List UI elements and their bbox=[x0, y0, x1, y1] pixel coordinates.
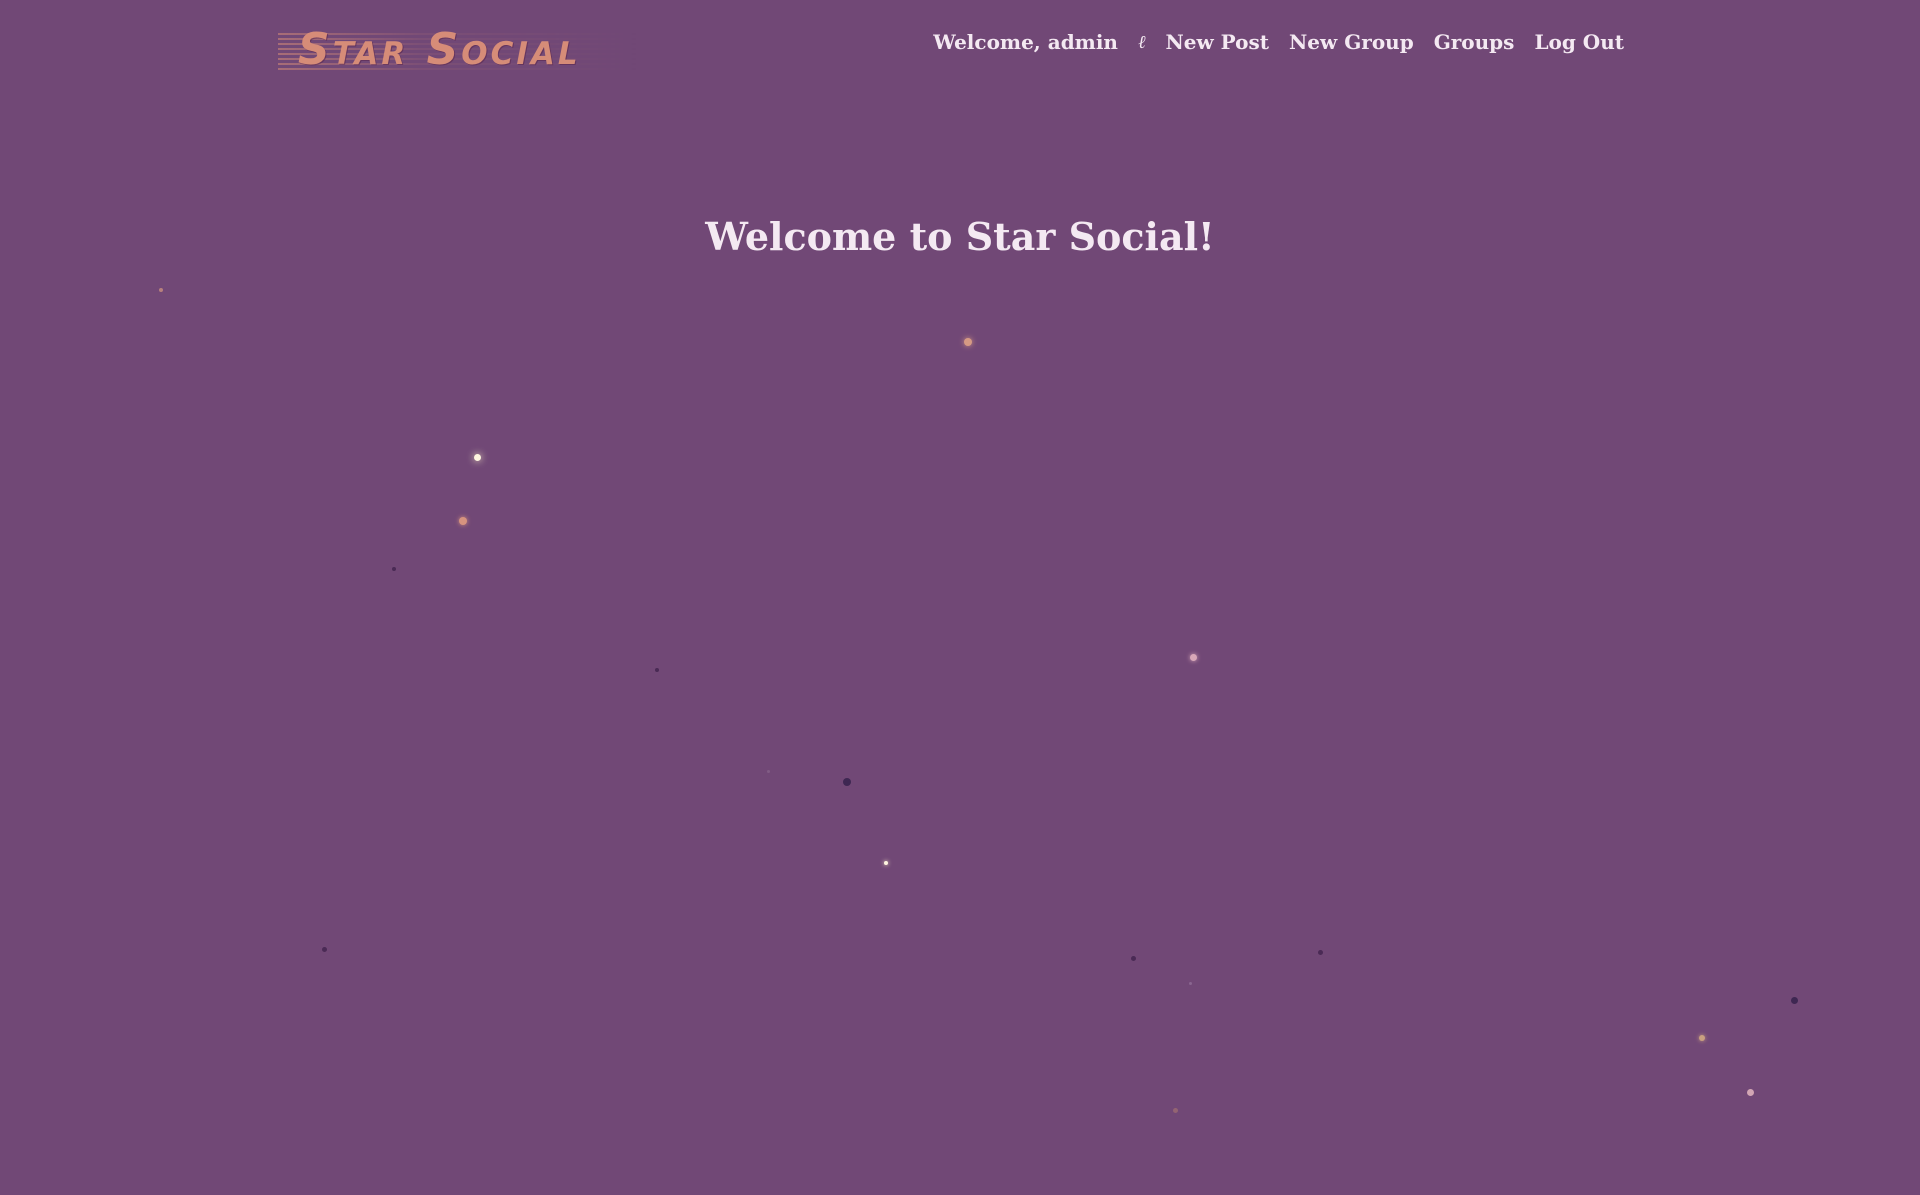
star-dot bbox=[1190, 654, 1197, 661]
star-dot bbox=[843, 778, 851, 786]
star-dot bbox=[655, 668, 659, 672]
star-dot bbox=[322, 947, 327, 952]
nav-links: Welcome, admin ℓ New Post New Group Grou… bbox=[933, 30, 1624, 54]
groups-link[interactable]: Groups bbox=[1434, 30, 1515, 54]
star-dot bbox=[1189, 982, 1192, 985]
new-post-link[interactable]: New Post bbox=[1165, 30, 1269, 54]
star-dot bbox=[1747, 1089, 1754, 1096]
page-title: Welcome to Star Social! bbox=[705, 214, 1215, 259]
star-dot bbox=[159, 288, 163, 292]
star-dot bbox=[392, 567, 396, 571]
star-dot bbox=[459, 517, 467, 525]
new-group-link[interactable]: New Group bbox=[1289, 30, 1414, 54]
star-dot bbox=[884, 861, 888, 865]
brand-logo-link[interactable]: Star Social bbox=[278, 22, 638, 78]
star-dot bbox=[1791, 997, 1798, 1004]
star-dot bbox=[1699, 1035, 1705, 1041]
brand-logo-text: Star Social bbox=[298, 24, 581, 75]
star-dot bbox=[474, 454, 481, 461]
star-dot bbox=[767, 770, 770, 773]
welcome-user-link[interactable]: Welcome, admin bbox=[933, 30, 1118, 54]
log-out-link[interactable]: Log Out bbox=[1534, 30, 1624, 54]
star-dot bbox=[1173, 1108, 1178, 1113]
star-dot bbox=[1131, 956, 1136, 961]
star-dot bbox=[964, 338, 972, 346]
star-dot bbox=[1318, 950, 1323, 955]
user-icon[interactable]: ℓ bbox=[1138, 32, 1146, 53]
navbar: Star Social Welcome, admin ℓ New Post Ne… bbox=[0, 0, 1920, 96]
